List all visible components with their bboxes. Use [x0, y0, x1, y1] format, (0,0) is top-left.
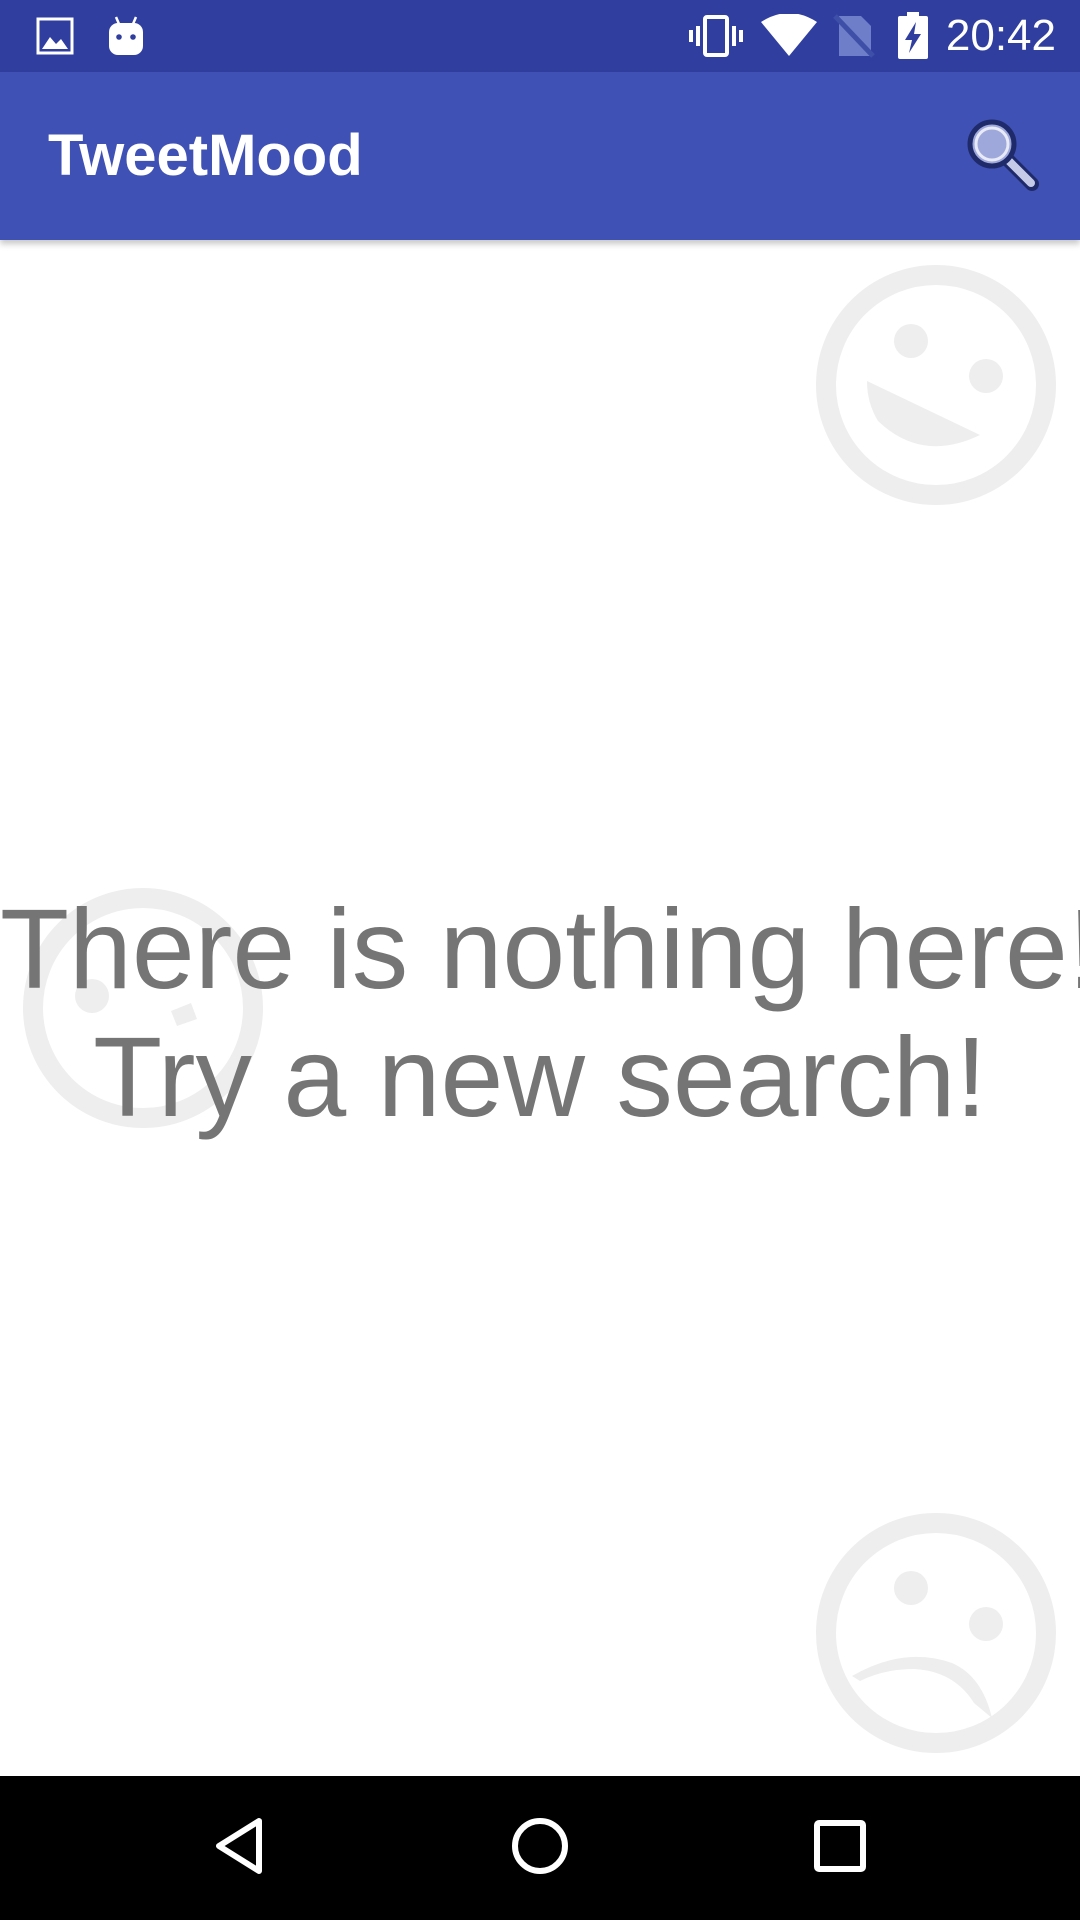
- image-notification-icon: [32, 0, 78, 72]
- android-notification-icon: [104, 0, 148, 72]
- recents-icon: [812, 1818, 868, 1879]
- home-button[interactable]: [492, 1800, 588, 1896]
- empty-state-area: There is nothing here! Try a new search!: [0, 240, 1080, 1776]
- status-time: 20:42: [945, 11, 1056, 60]
- app-bar: TweetMood: [0, 72, 1080, 240]
- battery-charging-icon: [896, 0, 930, 72]
- empty-message-line1: There is nothing here!: [0, 886, 1080, 1012]
- screen: 20:42 TweetMood There is nothing here! T…: [0, 0, 1080, 1920]
- back-button[interactable]: [193, 1800, 289, 1896]
- sad-face-icon: [814, 1511, 1058, 1760]
- search-icon: [964, 116, 1040, 197]
- app-title: TweetMood: [48, 123, 363, 188]
- vibrate-icon: [688, 0, 744, 72]
- back-icon: [211, 1816, 271, 1881]
- wifi-icon: [758, 0, 820, 72]
- happy-face-icon: [814, 263, 1058, 512]
- navigation-bar: [0, 1776, 1080, 1920]
- no-sim-icon: [832, 0, 876, 72]
- home-icon: [510, 1816, 570, 1881]
- status-bar: 20:42: [0, 0, 1080, 72]
- empty-message: There is nothing here! Try a new search!: [0, 885, 1080, 1141]
- empty-message-line2: Try a new search!: [93, 1014, 987, 1140]
- recents-button[interactable]: [792, 1800, 888, 1896]
- search-button[interactable]: [960, 114, 1044, 198]
